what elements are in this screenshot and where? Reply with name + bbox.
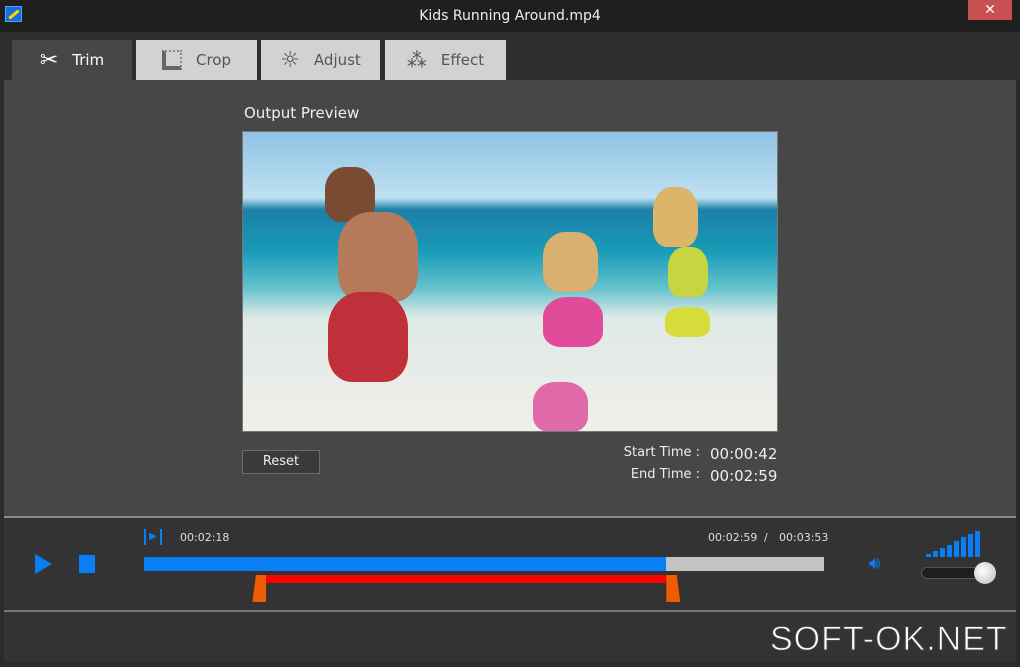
tab-label: Adjust [313,51,361,69]
trim-range [266,575,667,583]
total-time: 00:03:53 [779,531,829,544]
tab-adjust[interactable]: ☼ Adjust [261,40,380,80]
start-time-label: Start Time : [623,445,700,460]
preview-label: Output Preview [244,104,360,122]
close-button[interactable]: ✕ [968,0,1012,20]
current-time: 00:02:18 [180,531,230,544]
progress-fill [144,557,667,571]
end-time-label: End Time : [630,467,700,482]
magic-wand-icon: ⁂ [406,48,427,72]
jump-to-position-icon[interactable]: ▶ [144,529,162,545]
scissors-icon: ✂ [39,47,59,73]
brightness-icon: ☼ [280,47,300,73]
time-separator: / [764,531,768,544]
tab-trim[interactable]: ✂ Trim [12,40,132,80]
tab-label: Trim [72,51,105,69]
window-title: Kids Running Around.mp4 [419,8,601,24]
volume-slider-knob[interactable] [973,562,996,584]
play-icon[interactable] [35,554,52,574]
video-preview [242,131,778,432]
position-time: 00:02:59 [708,531,758,544]
end-time-value[interactable]: 00:02:59 [710,467,777,485]
stop-icon[interactable] [79,555,95,573]
progress-track[interactable] [144,557,824,571]
reset-button[interactable]: Reset [242,450,320,474]
crop-icon [161,50,182,70]
start-time-value[interactable]: 00:00:42 [710,445,777,463]
tab-effect[interactable]: ⁂ Effect [385,40,506,80]
speaker-icon[interactable]: 🔊︎ [869,553,880,574]
watermark: SOFT-OK.NET [770,620,1008,659]
tab-label: Effect [440,51,485,69]
tab-label: Crop [195,51,231,69]
volume-level-icon [926,531,986,557]
tab-crop[interactable]: Crop [136,40,257,80]
